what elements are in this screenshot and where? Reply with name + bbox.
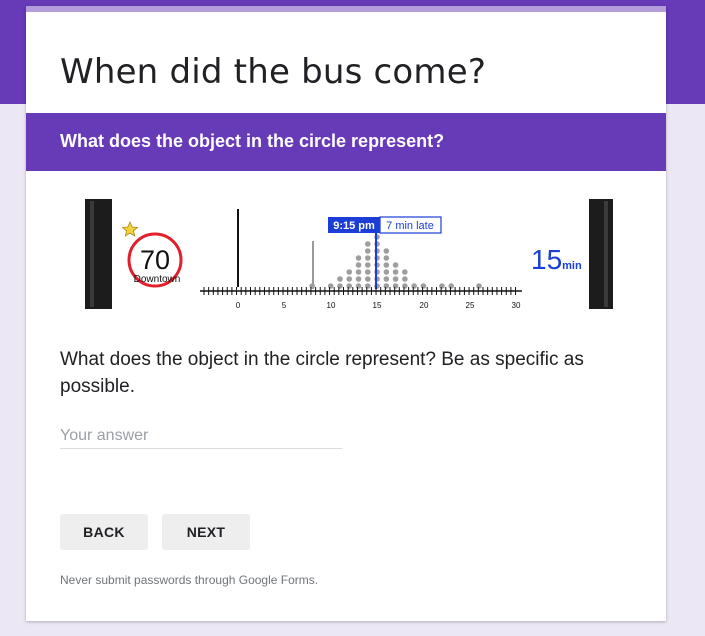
- form-card: When did the bus come? What does the obj…: [26, 6, 666, 621]
- back-button[interactable]: BACK: [60, 514, 148, 550]
- axis-tick-label: 5: [282, 301, 287, 310]
- late-label: 7 min late: [386, 220, 434, 232]
- arrival-dot: [392, 262, 399, 268]
- next-button[interactable]: NEXT: [162, 514, 250, 550]
- axis-tick-label: 25: [466, 301, 475, 310]
- axis-tick-label: 30: [512, 301, 521, 310]
- arrival-dot: [383, 269, 390, 275]
- arrival-dot: [337, 276, 343, 282]
- axis-tick-label: 20: [420, 301, 429, 310]
- arrival-dot: [402, 283, 408, 289]
- arrival-dot: [364, 269, 371, 275]
- arrival-dot: [420, 283, 427, 289]
- arrival-dot: [383, 276, 390, 282]
- left-device-edge: [85, 199, 112, 309]
- arrival-dot: [355, 276, 362, 282]
- arrival-dot: [439, 283, 445, 289]
- footer-note: Never submit passwords through Google Fo…: [60, 573, 319, 587]
- arrival-dot: [364, 262, 371, 268]
- minutes-readout: 15min: [531, 244, 582, 275]
- bus-arrival-figure: 70 Downtown 9:15 pm 7 min late 0 5 10 15…: [85, 199, 613, 310]
- arrival-dot: [346, 283, 353, 289]
- arrival-dot: [364, 241, 371, 247]
- arrival-dot: [392, 276, 399, 282]
- arrival-dot: [337, 283, 343, 289]
- route-direction: Downtown: [134, 274, 181, 285]
- arrival-dot: [383, 283, 390, 289]
- arrival-dot: [392, 283, 399, 289]
- arrival-dot: [383, 255, 390, 261]
- arrival-dot: [476, 283, 482, 289]
- arrival-time: 9:15 pm: [333, 220, 375, 232]
- arrival-dot: [402, 269, 408, 275]
- arrival-dot: [355, 269, 362, 275]
- arrival-dot: [346, 276, 353, 282]
- arrival-dot: [346, 269, 353, 275]
- arrival-dots: [309, 234, 482, 289]
- arrival-dot: [383, 262, 390, 268]
- arrival-dot: [355, 255, 362, 261]
- axis-labels: 0 5 10 15 20 25 30: [236, 301, 521, 310]
- section-header: What does the object in the circle repre…: [26, 113, 666, 171]
- card-accent-bar: [26, 6, 666, 12]
- arrival-dot: [364, 276, 371, 282]
- arrival-dot: [355, 283, 362, 289]
- right-device-edge: [589, 199, 613, 309]
- answer-input[interactable]: [60, 424, 342, 449]
- minutes-unit: min: [562, 260, 582, 272]
- arrival-dot: [411, 283, 417, 289]
- section-title: What does the object in the circle repre…: [60, 131, 445, 151]
- arrival-dot: [383, 248, 390, 254]
- arrival-dot: [402, 276, 408, 282]
- axis-tick-label: 0: [236, 301, 241, 310]
- star-icon: [121, 221, 139, 237]
- arrival-dot: [364, 255, 371, 261]
- arrival-dot: [309, 283, 315, 289]
- form-title: When did the bus come?: [60, 52, 487, 92]
- axis-tick-label: 15: [373, 301, 382, 310]
- arrival-dot: [364, 283, 371, 289]
- arrival-dot: [392, 269, 399, 275]
- arrival-dot: [355, 262, 362, 268]
- arrival-dot: [364, 248, 371, 254]
- minutes-value: 15: [531, 244, 562, 275]
- question-text: What does the object in the circle repre…: [60, 349, 584, 397]
- route-number: 70: [140, 245, 170, 275]
- arrival-dot: [448, 283, 455, 289]
- axis-tick-label: 10: [327, 301, 336, 310]
- arrival-dot: [327, 283, 334, 289]
